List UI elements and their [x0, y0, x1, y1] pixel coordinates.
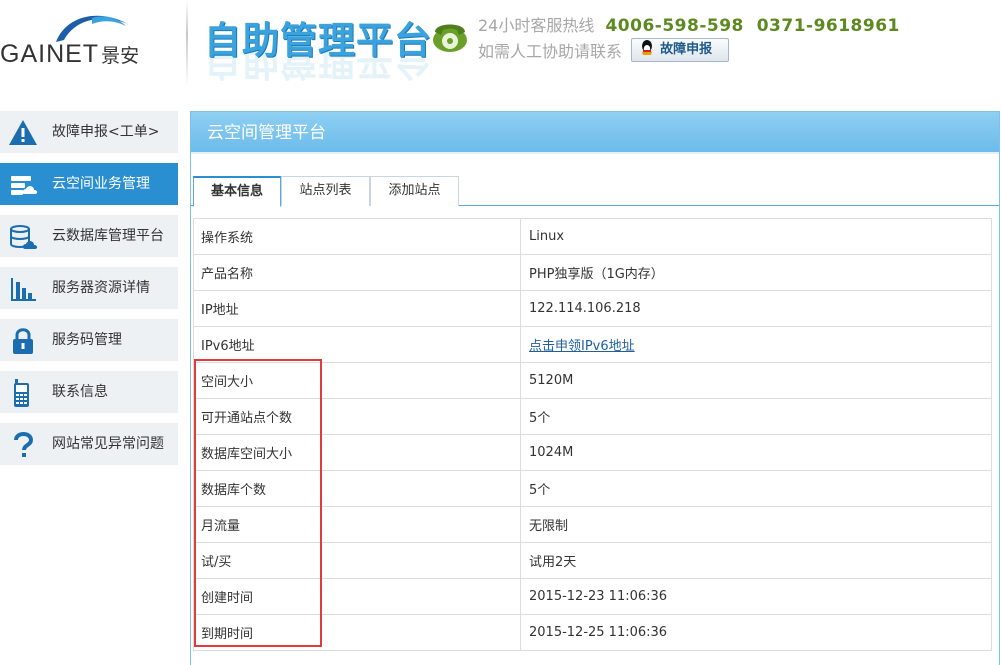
claim-ipv6-link[interactable]: 点击申领IPv6地址 [529, 339, 635, 354]
logo-cn-text: 景安 [101, 46, 140, 67]
row-value-space-size: 5120M [520, 362, 992, 399]
tab-add-site[interactable]: 添加站点 [370, 176, 459, 206]
row-label-trial-buy: 试/买 [193, 542, 521, 579]
table-row: 空间大小 5120M [193, 362, 992, 399]
hotline-numbers: 4006-598-598 0371-9618961 [605, 16, 900, 36]
sidebar-item-label: 服务码管理 [52, 332, 122, 348]
phone-icon [433, 24, 467, 52]
row-label-expires: 到期时间 [193, 614, 521, 651]
row-label-space-size: 空间大小 [193, 362, 521, 399]
header-divider [186, 0, 188, 86]
row-value-product: PHP独享版（1G内存） [520, 254, 992, 291]
table-row: 月流量 无限制 [193, 506, 992, 543]
assist-label: 如需人工协助请联系 [478, 42, 623, 61]
report-fault-button[interactable]: 故障申报 [631, 38, 730, 62]
table-row: 创建时间 2015-12-23 11:06:36 [193, 578, 992, 615]
tab-basic-info[interactable]: 基本信息 [193, 176, 281, 207]
table-row: IPv6地址 点击申领IPv6地址 [193, 326, 992, 363]
panel-header: 云空间管理平台 [191, 112, 999, 154]
table-row: 数据库空间大小 1024M [193, 434, 992, 471]
table-row: 试/买 试用2天 [193, 542, 992, 579]
sidebar-item-cloud-space[interactable]: 云空间业务管理 [0, 163, 178, 205]
row-label-ip: IP地址 [193, 290, 521, 327]
sidebar-item-label: 联系信息 [52, 384, 108, 400]
row-value-site-count: 5个 [520, 398, 992, 435]
sidebar-item-server-resources[interactable]: 服务器资源详情 [0, 267, 178, 309]
row-label-ipv6: IPv6地址 [193, 326, 521, 363]
sidebar-item-fault-report[interactable]: 故障申报<工单> [0, 111, 178, 153]
row-label-os: 操作系统 [193, 218, 521, 255]
platform-title-reflection: 自助管理平台 [204, 52, 432, 83]
sidebar-item-service-code[interactable]: 服务码管理 [0, 319, 178, 361]
hotline-label: 24小时客服热线 [478, 16, 595, 35]
table-row: 到期时间 2015-12-25 11:06:36 [193, 614, 992, 651]
table-row: 操作系统 Linux [193, 218, 992, 255]
sidebar-item-label: 故障申报<工单> [52, 124, 160, 140]
row-label-product: 产品名称 [193, 254, 521, 291]
sidebar-item-contact-info[interactable]: 联系信息 [0, 371, 178, 413]
sidebar-item-label: 服务器资源详情 [52, 280, 150, 296]
table-row: 可开通站点个数 5个 [193, 398, 992, 435]
row-value-db-size: 1024M [520, 434, 992, 471]
sidebar-item-label: 网站常见异常问题 [52, 436, 164, 452]
tab-site-list[interactable]: 站点列表 [281, 176, 370, 206]
cloud-space-panel: 云空间管理平台 基本信息 站点列表 添加站点 操作系统 Linux 产品名称 P… [190, 111, 1000, 665]
lock-icon [13, 328, 33, 354]
row-value-trial-buy: 试用2天 [520, 542, 992, 579]
row-label-db-size: 数据库空间大小 [193, 434, 521, 471]
question-icon [14, 432, 34, 457]
panel-title: 云空间管理平台 [207, 123, 326, 143]
table-row: 数据库个数 5个 [193, 470, 992, 507]
row-value-monthly-traffic: 无限制 [520, 506, 992, 543]
row-label-site-count: 可开通站点个数 [193, 398, 521, 435]
cloud-server-icon [11, 176, 38, 195]
row-label-created: 创建时间 [193, 578, 521, 615]
page-header: GAINET 景安 自助管理平台 自助管理平台 24小时客服热线 4006-598… [0, 0, 1001, 92]
row-value-expires: 2015-12-25 11:06:36 [520, 614, 992, 651]
logo-swoosh-icon [56, 15, 128, 42]
sidebar-item-cloud-database[interactable]: 云数据库管理平台 [0, 215, 178, 257]
sidebar-item-label: 云数据库管理平台 [52, 228, 164, 244]
gainet-logo[interactable]: GAINET 景安 [0, 6, 180, 68]
qq-penguin-icon [642, 40, 653, 55]
warning-icon [9, 120, 37, 145]
row-label-db-count: 数据库个数 [193, 470, 521, 507]
basic-info-table: 操作系统 Linux 产品名称 PHP独享版（1G内存） IP地址 122.11… [193, 218, 992, 651]
cloud-database-icon [10, 225, 38, 249]
row-value-os: Linux [520, 218, 992, 255]
sidebar-item-site-issues[interactable]: 网站常见异常问题 [0, 423, 178, 465]
row-label-monthly-traffic: 月流量 [193, 506, 521, 543]
row-value-db-count: 5个 [520, 470, 992, 507]
row-value-created: 2015-12-23 11:06:36 [520, 578, 992, 615]
bar-chart-icon [11, 278, 36, 301]
tab-bar: 基本信息 站点列表 添加站点 [191, 176, 999, 207]
report-button-label: 故障申报 [660, 42, 713, 57]
sidebar-item-label: 云空间业务管理 [52, 176, 150, 192]
mobile-phone-icon [14, 379, 29, 407]
table-row: IP地址 122.114.106.218 [193, 290, 992, 327]
sidebar: 故障申报<工单> 云空间业务管理 云数据库管理平台 服务器资源详情 服务码管理 … [0, 111, 178, 475]
row-value-ip: 122.114.106.218 [520, 290, 992, 327]
table-row: 产品名称 PHP独享版（1G内存） [193, 254, 992, 291]
logo-wordmark: GAINET [0, 40, 100, 68]
